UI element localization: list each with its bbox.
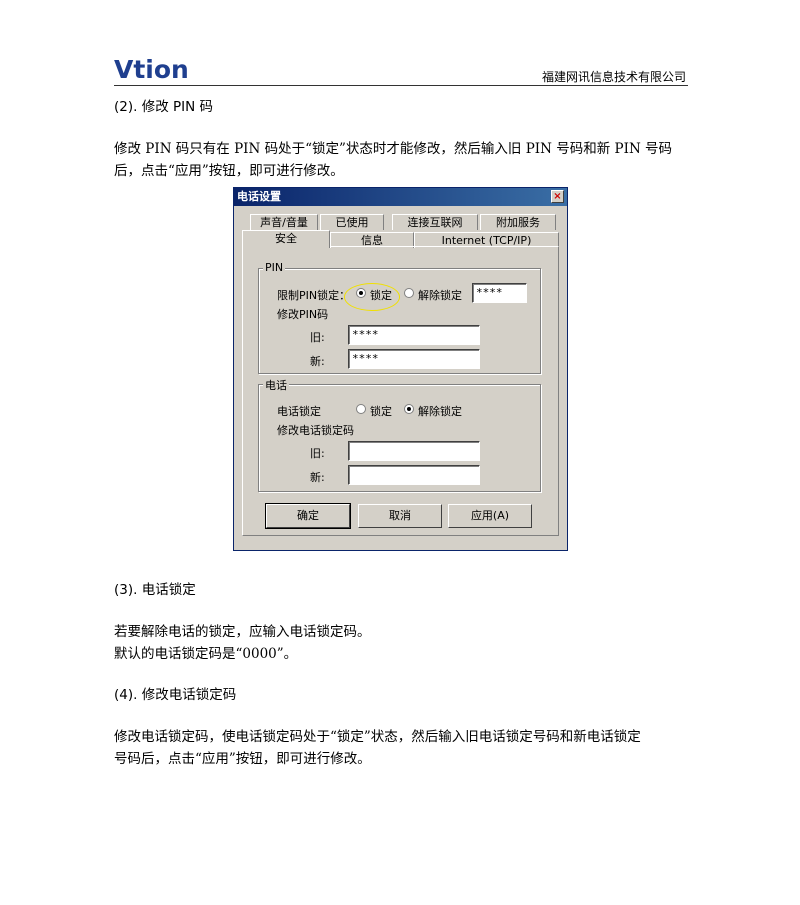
old-pin-label: 旧: xyxy=(310,331,325,344)
current-pin-field[interactable]: **** xyxy=(472,283,527,303)
tab-sound-volume[interactable]: 声音/音量 xyxy=(250,214,318,230)
old-pin-field[interactable]: **** xyxy=(348,325,480,345)
new-pin-field[interactable]: **** xyxy=(348,349,480,369)
new-phone-code-label: 新: xyxy=(310,471,325,484)
section3-line1: 若要解除电话的锁定，应输入电话锁定码。 xyxy=(114,624,371,640)
cancel-button[interactable]: 取消 xyxy=(358,504,442,528)
svg-text:Vtion: Vtion xyxy=(114,55,189,84)
tab-extra-services[interactable]: 附加服务 xyxy=(480,214,556,230)
phone-settings-dialog: 电话设置 × 声音/音量 已使用 连接互联网 附加服务 安全 信息 Intern… xyxy=(233,187,568,551)
phone-group-label: 电话 xyxy=(263,377,289,393)
section3-heading: (3). 电话锁定 xyxy=(114,582,196,598)
dialog-title: 电话设置 xyxy=(234,188,567,206)
header-rule xyxy=(114,85,688,86)
close-icon[interactable]: × xyxy=(551,190,564,203)
tab-used[interactable]: 已使用 xyxy=(320,214,384,230)
old-phone-code-field[interactable] xyxy=(348,441,480,461)
new-phone-code-field[interactable] xyxy=(348,465,480,485)
section2-heading: (2). 修改 PIN 码 xyxy=(114,99,214,115)
pin-unlock-option-label: 解除锁定 xyxy=(418,289,462,302)
section3-line2: 默认的电话锁定码是“0000”。 xyxy=(114,646,298,662)
phone-unlock-radio[interactable] xyxy=(404,404,414,414)
tab-connect-internet[interactable]: 连接互联网 xyxy=(392,214,478,230)
phone-lock-option-label: 锁定 xyxy=(370,405,392,418)
old-phone-code-label: 旧: xyxy=(310,447,325,460)
pin-unlock-radio[interactable] xyxy=(404,288,414,298)
section2-para-line1: 修改 PIN 码只有在 PIN 码处于“锁定”状态时才能修改，然后输入旧 PIN… xyxy=(114,141,673,157)
phone-lock-radio[interactable] xyxy=(356,404,366,414)
vtion-logo: Vtion xyxy=(114,55,189,84)
phone-unlock-option-label: 解除锁定 xyxy=(418,405,462,418)
section4-para-line1: 修改电话锁定码，使电话锁定码处于“锁定”状态，然后输入旧电话锁定号码和新电话锁定 xyxy=(114,729,641,745)
restrict-pin-lock-label: 限制PIN锁定： xyxy=(277,289,351,302)
lock-highlight-circle xyxy=(344,283,400,311)
company-name: 福建网讯信息技术有限公司 xyxy=(541,70,686,84)
apply-button[interactable]: 应用(A) xyxy=(448,504,532,528)
section4-heading: (4). 修改电话锁定码 xyxy=(114,687,237,703)
phone-lock-label: 电话锁定 xyxy=(277,405,321,418)
pin-group-label: PIN xyxy=(263,261,286,274)
section2-para-line2: 后，点击“应用”按钮，即可进行修改。 xyxy=(114,163,344,179)
document-page: Vtion 福建网讯信息技术有限公司 (2). 修改 PIN 码 修改 PIN … xyxy=(0,0,800,905)
ok-button[interactable]: 确定 xyxy=(265,503,351,529)
new-pin-label: 新: xyxy=(310,355,325,368)
change-pin-label: 修改PIN码 xyxy=(277,308,329,321)
change-phone-code-label: 修改电话锁定码 xyxy=(277,424,354,437)
section4-para-line2: 号码后，点击“应用”按钮，即可进行修改。 xyxy=(114,751,371,767)
tab-security[interactable]: 安全 xyxy=(242,230,330,248)
